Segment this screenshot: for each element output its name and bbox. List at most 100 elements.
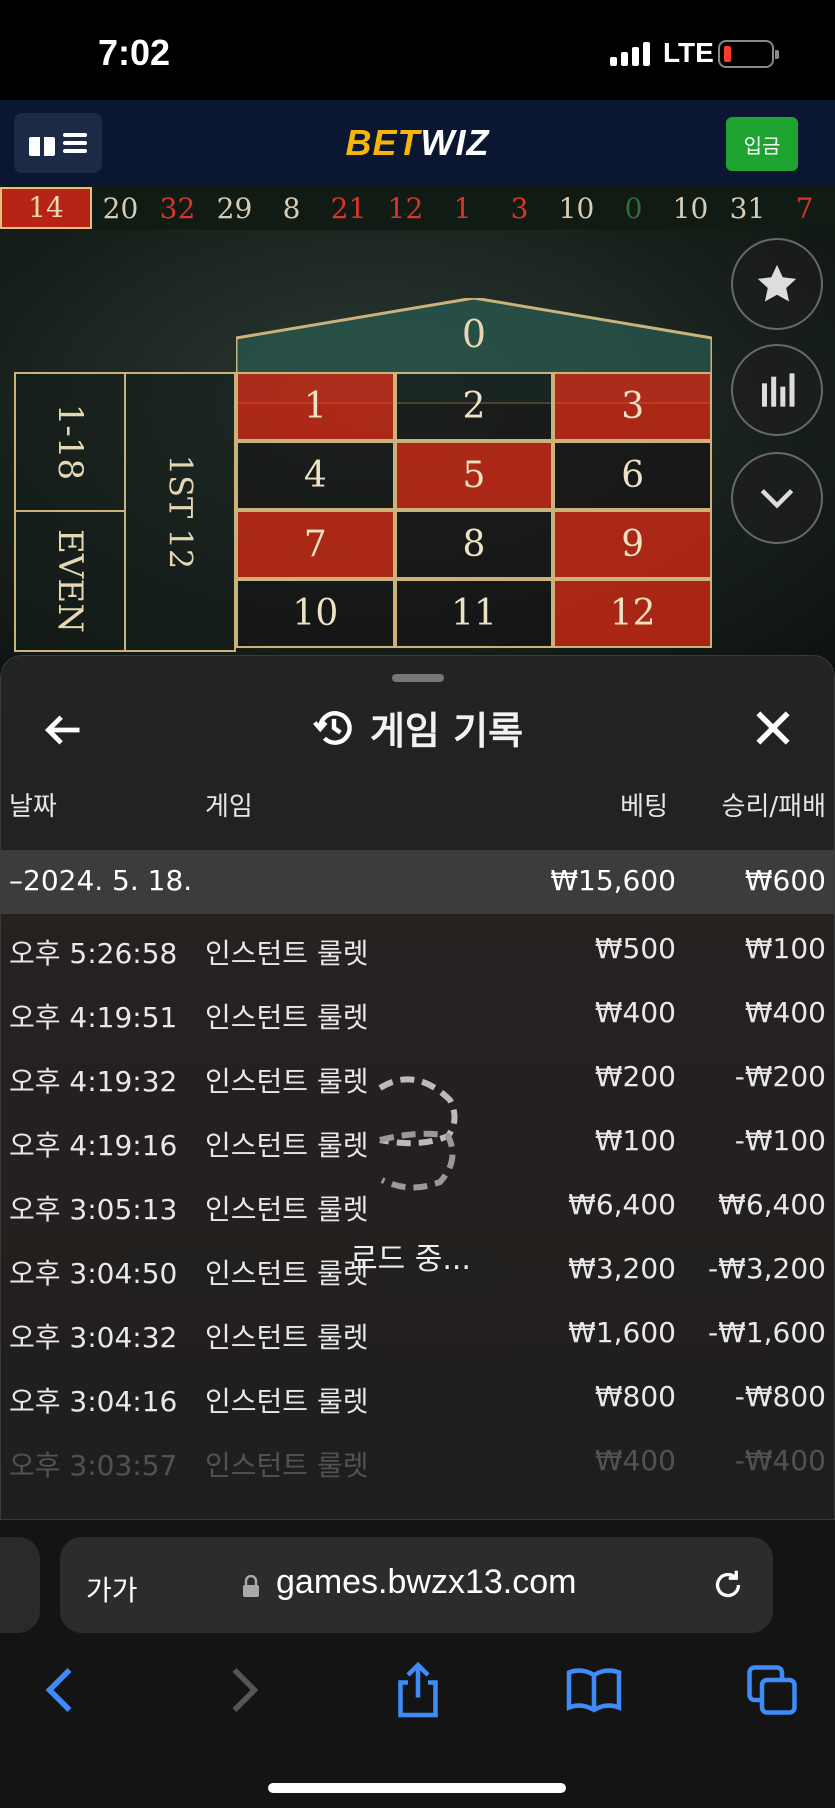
row-bet: ₩500	[594, 932, 676, 965]
row-time: 오후 3:03:57	[9, 1449, 178, 1482]
row-game: 인스턴트 룰렛	[205, 1065, 369, 1098]
back-icon[interactable]	[32, 1660, 92, 1720]
number-cell-12[interactable]: 12	[553, 579, 712, 648]
number-cell-3[interactable]: 3	[553, 372, 712, 441]
number-cell-10[interactable]: 10	[236, 579, 395, 648]
row-bet: ₩100	[594, 1124, 676, 1157]
row-game: 인스턴트 룰렛	[205, 1385, 369, 1418]
lock-icon	[243, 1575, 259, 1597]
recent-result: 7	[795, 191, 814, 225]
bet-1-18[interactable]: 1-18	[16, 374, 124, 512]
status-time: 7:02	[98, 32, 171, 73]
row-winloss: -₩200	[734, 1060, 826, 1093]
row-bet: ₩6,400	[568, 1188, 676, 1221]
row-game: 인스턴트 룰렛	[205, 1193, 369, 1226]
history-row[interactable]: 오후 3:04:32 인스턴트 룰렛 ₩1,600 -₩1,600	[1, 1298, 834, 1362]
col-winloss: 승리/패배	[721, 792, 826, 822]
browser-chrome: 가가 games.bwzx13.com	[0, 1520, 835, 1808]
date-group-row[interactable]: –2024. 5. 18. ₩15,600 ₩600	[1, 850, 834, 914]
history-row[interactable]: 오후 4:19:51 인스턴트 룰렛 ₩400 ₩400	[1, 978, 834, 1042]
row-game: 인스턴트 룰렛	[205, 1129, 369, 1162]
previous-tab-peek[interactable]	[0, 1537, 40, 1633]
recent-result: 21	[330, 191, 367, 225]
number-grid: 1 2 3 4 5 6 7 8 9 10 11 12	[236, 372, 712, 648]
battery-icon	[718, 40, 779, 68]
collapse-button[interactable]	[731, 452, 823, 544]
row-time: 오후 3:04:50	[9, 1257, 178, 1290]
row-winloss: -₩1,600	[708, 1316, 826, 1349]
history-row[interactable]: 오후 3:04:16 인스턴트 룰렛 ₩800 -₩800	[1, 1362, 834, 1426]
number-cell-9[interactable]: 9	[553, 510, 712, 579]
url-text[interactable]: games.bwzx13.com	[276, 1563, 576, 1602]
bet-first-dozen[interactable]: 1ST 12	[126, 372, 236, 652]
row-winloss: -₩100	[734, 1124, 826, 1157]
outside-bets-column: 1-18 EVEN	[14, 372, 126, 652]
loading-spinner-icon	[378, 1076, 458, 1191]
number-cell-7[interactable]: 7	[236, 510, 395, 579]
recent-result: 3	[510, 191, 529, 225]
first-dozen-label: 1ST 12	[161, 454, 200, 570]
app-header: BETWIZ 입금	[0, 100, 835, 186]
row-game: 인스턴트 룰렛	[205, 1449, 369, 1482]
network-label: LTE	[663, 37, 714, 68]
brand-logo[interactable]: BETWIZ	[0, 122, 835, 164]
number-cell-2[interactable]: 2	[394, 372, 554, 441]
row-game: 인스턴트 룰렛	[205, 1257, 369, 1290]
row-winloss: -₩800	[734, 1380, 826, 1413]
recent-result: 12	[387, 191, 424, 225]
number-cell-8[interactable]: 8	[394, 510, 554, 579]
logo-part-1: BET	[345, 122, 421, 163]
row-winloss: ₩6,400	[718, 1188, 826, 1221]
recent-result: 8	[282, 191, 301, 225]
history-row[interactable]: 오후 3:03:57 인스턴트 룰렛 ₩400 -₩400	[1, 1426, 834, 1490]
date-group-date: –2024. 5. 18.	[9, 864, 193, 897]
deposit-button[interactable]: 입금	[726, 117, 798, 171]
recent-result: 14	[0, 187, 92, 229]
row-bet: ₩400	[594, 1444, 676, 1477]
reload-icon[interactable]	[710, 1567, 746, 1603]
date-group-winloss: ₩600	[744, 864, 826, 897]
number-cell-1[interactable]: 1	[236, 372, 395, 441]
text-size-button[interactable]: 가가	[86, 1569, 138, 1609]
home-indicator	[268, 1783, 566, 1793]
bet-even[interactable]: EVEN	[16, 512, 124, 650]
number-cell-5[interactable]: 5	[394, 441, 554, 510]
share-icon[interactable]	[388, 1660, 448, 1720]
row-winloss: -₩3,200	[708, 1252, 826, 1285]
address-bar[interactable]: 가가 games.bwzx13.com	[60, 1537, 773, 1633]
number-cell-4[interactable]: 4	[236, 441, 395, 510]
close-icon[interactable]	[751, 706, 795, 750]
number-cell-11[interactable]: 11	[394, 579, 554, 648]
history-row[interactable]: 오후 5:26:58 인스턴트 룰렛 ₩500 ₩100	[1, 914, 834, 978]
history-column-headers: 날짜 게임 베팅 승리/패배	[1, 786, 834, 826]
tabs-icon[interactable]	[742, 1660, 802, 1720]
forward-icon[interactable]	[212, 1660, 272, 1720]
roulette-table: 0 1-18 EVEN 1ST 12 1 2 3 4 5 6 7 8 9 10 11 12	[0, 230, 835, 670]
chevron-down-icon	[760, 489, 794, 509]
row-bet: ₩400	[594, 996, 676, 1029]
favorites-button[interactable]	[731, 238, 823, 330]
col-game: 게임	[205, 792, 253, 822]
recent-result: 31	[729, 191, 766, 225]
row-bet: ₩200	[594, 1060, 676, 1093]
row-game: 인스턴트 룰렛	[205, 937, 369, 970]
sheet-title: 게임 기록	[369, 709, 524, 753]
zero-label: 0	[461, 312, 487, 356]
recent-results-strip: 14 20 32 29 8 21 12 1 3 10 0 10 31 7	[0, 186, 835, 230]
col-bet: 베팅	[620, 792, 668, 822]
row-game: 인스턴트 룰렛	[205, 1321, 369, 1354]
row-winloss: ₩400	[744, 996, 826, 1029]
date-group-bet: ₩15,600	[550, 864, 676, 897]
recent-result: 32	[159, 191, 196, 225]
statistics-button[interactable]	[731, 344, 823, 436]
recent-result: 1	[453, 191, 472, 225]
sheet-drag-handle[interactable]	[392, 674, 444, 682]
recent-result: 20	[102, 191, 139, 225]
row-bet: ₩3,200	[568, 1252, 676, 1285]
browser-toolbar	[0, 1660, 835, 1730]
number-cell-6[interactable]: 6	[553, 441, 712, 510]
bookmarks-icon[interactable]	[564, 1660, 624, 1720]
row-time: 오후 4:19:16	[9, 1129, 178, 1162]
bet-even-label: EVEN	[49, 529, 90, 633]
bet-1-18-label: 1-18	[49, 403, 90, 481]
